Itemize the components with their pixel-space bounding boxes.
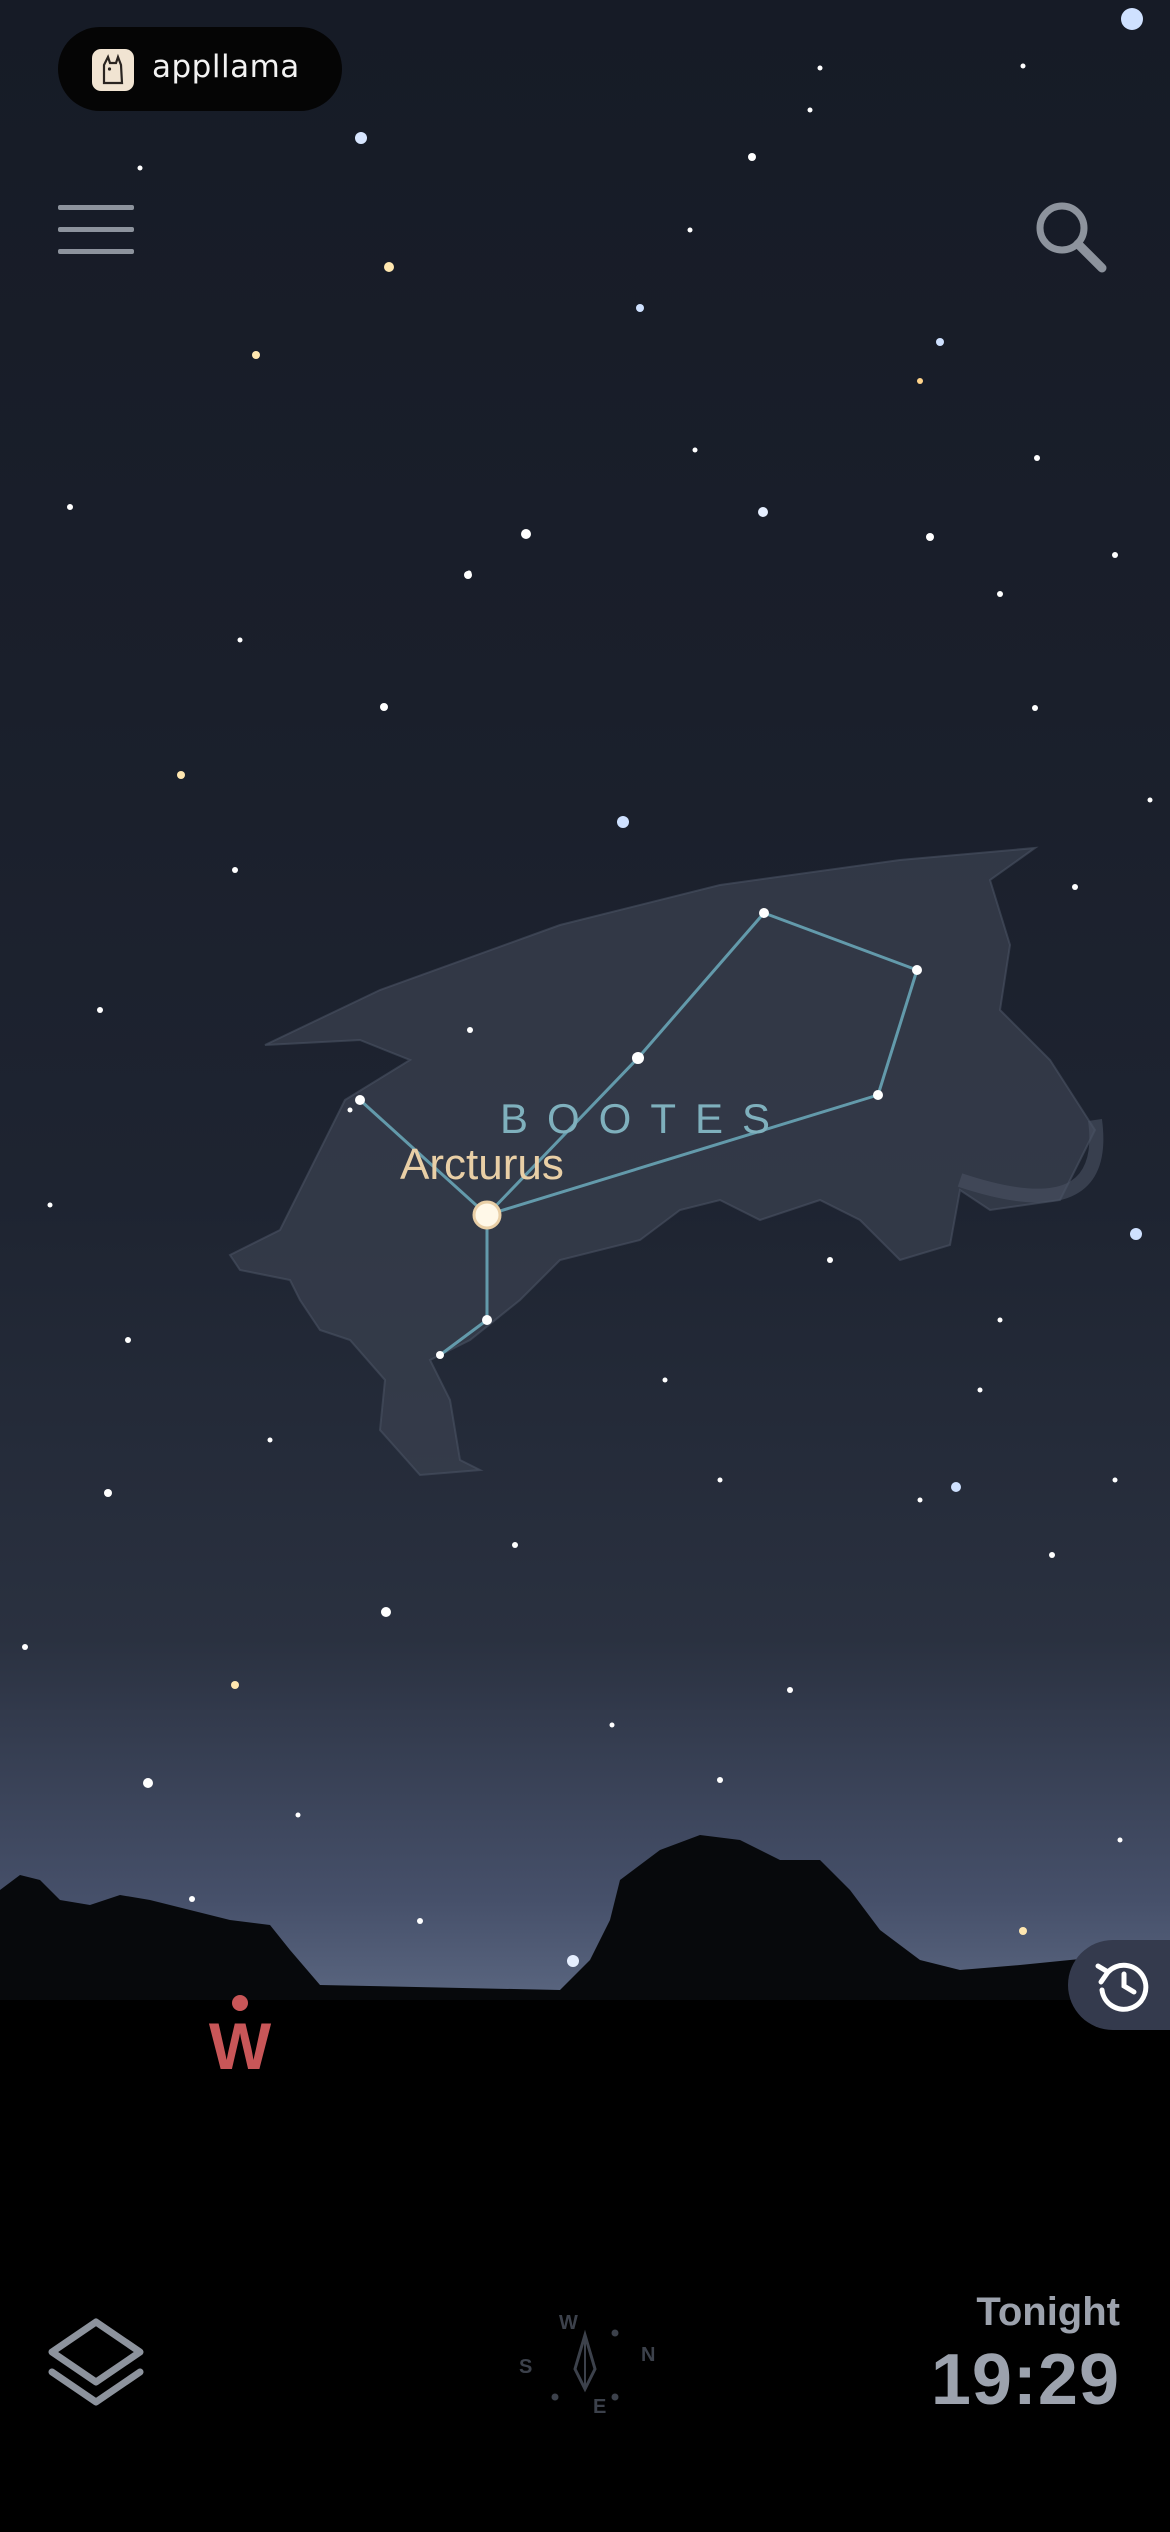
compass-south: S	[519, 2356, 532, 2378]
horizon-direction-marker: W	[205, 1995, 275, 2083]
layers-icon	[48, 2318, 144, 2406]
compass-icon: N S E W	[519, 2312, 655, 2418]
compass-north: N	[641, 2344, 655, 2366]
brand-name: appllama	[152, 49, 300, 85]
time-selector[interactable]: Tonight 19:29	[931, 2290, 1120, 2421]
tree-silhouette	[0, 1835, 1170, 2000]
search-button[interactable]	[1030, 196, 1110, 276]
time-label: Tonight	[976, 2290, 1120, 2334]
compass-east: E	[593, 2396, 606, 2415]
sky-scene	[0, 8, 1170, 2000]
time-value: 19:29	[930, 2340, 1120, 2420]
constellation-label[interactable]: BOOTES	[500, 1095, 789, 1143]
compass-west: W	[559, 2315, 578, 2334]
menu-button[interactable]	[58, 205, 134, 265]
direction-letter: W	[208, 2009, 272, 2083]
history-clock-icon	[1095, 1962, 1149, 2012]
compass-button[interactable]: N S E W	[515, 2312, 655, 2418]
hamburger-menu-icon	[58, 205, 134, 210]
brand-badge[interactable]: appllama	[58, 27, 342, 111]
layers-button[interactable]	[44, 2310, 148, 2420]
search-icon	[1036, 202, 1107, 273]
history-button[interactable]	[1068, 1940, 1170, 2030]
star-label[interactable]: Arcturus	[400, 1140, 564, 1190]
llama-logo-icon	[92, 49, 134, 91]
arcturus-star	[472, 1200, 502, 1230]
